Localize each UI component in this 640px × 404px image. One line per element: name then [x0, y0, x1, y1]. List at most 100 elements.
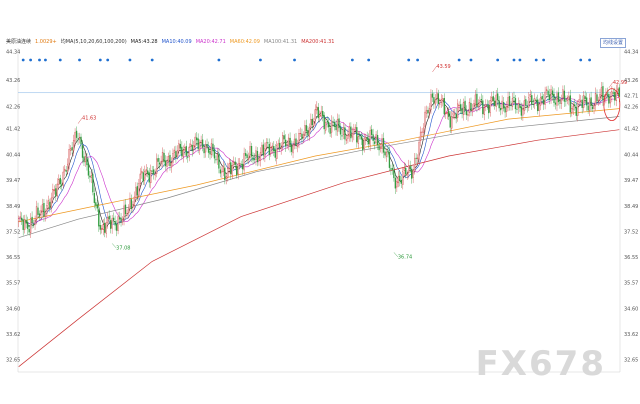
annotation-label: 43.59 [436, 64, 450, 70]
candle-body [164, 160, 167, 167]
candle-body [347, 134, 349, 139]
candle-body [320, 111, 322, 117]
legend-ma200: MA200:41.31 [301, 39, 335, 45]
candle-body [49, 201, 51, 209]
candle-body [480, 98, 483, 101]
candle-body [366, 136, 368, 141]
candle-body [362, 139, 364, 151]
ma-settings-button[interactable]: 均线设置 [599, 38, 626, 48]
candle-body [470, 103, 472, 111]
candle-body [280, 147, 282, 150]
candle-body [351, 133, 354, 138]
candle-body [373, 141, 376, 144]
candle-body [243, 153, 245, 171]
candle-body [332, 121, 334, 123]
candle-body [26, 221, 29, 229]
candle-body [249, 146, 251, 158]
candle-body [319, 114, 321, 117]
candle-body [449, 116, 451, 128]
y-tick-label-right: 34.60 [624, 306, 638, 312]
candle-body [37, 207, 39, 215]
y-tick-label-right: 39.47 [624, 178, 638, 184]
candle-body [513, 96, 515, 98]
y-tick-label-right: 32.65 [624, 358, 638, 364]
candle-body [488, 104, 490, 114]
candle-body [541, 96, 543, 100]
candle-body [608, 93, 610, 104]
candle-body [338, 118, 340, 129]
candle-body [68, 149, 70, 164]
candle-body [35, 206, 38, 220]
candle-body [295, 138, 297, 146]
candle-body [292, 144, 294, 154]
y-tick-label-left: 36.55 [6, 255, 20, 261]
candle-body [96, 204, 98, 209]
candle-body [58, 179, 60, 186]
candle-body [224, 167, 226, 181]
signal-dot [579, 58, 583, 62]
candle-body [99, 225, 101, 230]
candle-body [105, 222, 107, 234]
candle-body [173, 149, 176, 153]
candle-body [333, 122, 336, 127]
candle-body [207, 146, 210, 153]
y-tick-label-left: 40.44 [6, 152, 20, 158]
candle-body [53, 189, 55, 191]
candle-body [215, 159, 217, 161]
candle-body [378, 145, 380, 151]
candle-body [308, 127, 311, 137]
candle-body [381, 138, 383, 149]
candle-body [391, 167, 394, 170]
candle-body [474, 94, 477, 105]
legend-instrument: 美原油连续 [6, 39, 32, 45]
signal-dot [29, 58, 33, 62]
candle-body [59, 177, 61, 185]
candle-body [139, 173, 141, 184]
candle-body [41, 204, 44, 212]
candle-body [416, 157, 419, 159]
candle-body [124, 204, 127, 215]
candle-body [499, 108, 502, 111]
y-tick-label-left: 35.57 [6, 281, 20, 287]
candle-body [289, 137, 291, 147]
candle-body [525, 99, 527, 106]
candle-body [581, 99, 583, 108]
candle-body [268, 143, 270, 155]
candle-body [167, 156, 170, 162]
candle-body [511, 98, 514, 107]
candle-body [222, 166, 225, 172]
candle-body [517, 103, 520, 109]
candle-body [111, 218, 113, 229]
ma20-line [18, 96, 620, 224]
legend-ma100: MA100:41.31 [263, 39, 298, 45]
candle-body [157, 158, 159, 162]
candle-body [542, 99, 545, 105]
candle-body [531, 95, 533, 105]
candle-body [201, 139, 204, 148]
candle-body [38, 213, 41, 216]
y-tick-label-right: 44.34 [624, 50, 638, 56]
candle-body [62, 171, 64, 186]
candle-body [19, 216, 21, 218]
annotation-label: 37.08 [116, 245, 130, 251]
candle-body [372, 134, 374, 141]
candle-body [540, 97, 542, 106]
candle-body [43, 203, 45, 217]
candle-body [335, 125, 337, 131]
candle-body [50, 197, 53, 208]
candle-body [234, 161, 236, 165]
candle-body [514, 98, 517, 110]
legend-ma10: MA10:40.09 [161, 39, 192, 45]
candle-body [342, 127, 345, 135]
candle-body [544, 91, 546, 105]
candle-body [130, 199, 133, 209]
candle-body [440, 99, 442, 103]
candle-body [69, 148, 72, 151]
candle-body [476, 93, 478, 108]
candle-body [84, 156, 87, 163]
candle-body [415, 157, 417, 159]
candle-body [239, 163, 241, 165]
candle-body [612, 92, 614, 94]
legend: 美原油连续 1.0029+ 均MA(5,10,20,60,100,200) MA… [6, 38, 334, 47]
candle-body [112, 217, 115, 221]
